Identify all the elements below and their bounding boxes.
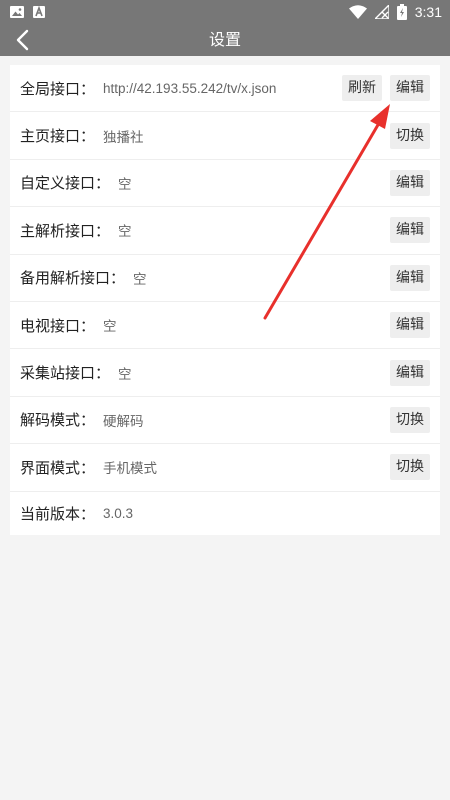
edit-button[interactable]: 编辑: [390, 264, 430, 291]
row-label: 界面模式：: [20, 458, 96, 477]
row-value: 空: [118, 224, 132, 240]
row-label: 主页接口：: [20, 127, 96, 146]
a-badge-icon: [33, 6, 45, 18]
row-label: 当前版本：: [20, 504, 96, 523]
edit-button[interactable]: 编辑: [390, 217, 430, 244]
app-bar: 3:31 设置: [0, 0, 450, 56]
row-label: 主解析接口：: [20, 221, 111, 240]
switch-button[interactable]: 切换: [390, 406, 430, 433]
row-label: 备用解析接口：: [20, 269, 126, 288]
edit-button[interactable]: 编辑: [390, 359, 430, 386]
row-label: 采集站接口：: [20, 364, 111, 383]
toolbar: 设置: [0, 24, 450, 56]
settings-list: 全局接口： http://42.193.55.242/tv/x.json 刷新 …: [10, 65, 440, 535]
edit-button[interactable]: 编辑: [390, 312, 430, 339]
settings-row-home-api: 主页接口： 独播社 切换: [10, 112, 440, 160]
status-bar: 3:31: [0, 0, 450, 24]
row-value: 手机模式: [103, 461, 158, 477]
row-value: 空: [118, 366, 132, 382]
settings-row-main-parse-api: 主解析接口： 空 编辑: [10, 207, 440, 255]
settings-row-global-api: 全局接口： http://42.193.55.242/tv/x.json 刷新 …: [10, 65, 440, 113]
switch-button[interactable]: 切换: [390, 122, 430, 149]
settings-row-ui-mode: 界面模式： 手机模式 切换: [10, 444, 440, 492]
settings-row-collector-api: 采集站接口： 空 编辑: [10, 349, 440, 397]
battery-charging-icon: [396, 4, 407, 20]
row-label: 全局接口：: [20, 79, 96, 98]
settings-row-custom-api: 自定义接口： 空 编辑: [10, 160, 440, 208]
settings-row-backup-parse-api: 备用解析接口： 空 编辑: [10, 255, 440, 302]
edit-button[interactable]: 编辑: [390, 75, 430, 102]
status-time: 3:31: [414, 4, 442, 20]
row-value: 3.0.3: [103, 505, 134, 521]
row-value: 独播社: [103, 129, 144, 145]
row-value: 空: [118, 176, 132, 192]
row-label: 自定义接口：: [20, 174, 111, 193]
row-value: 空: [133, 271, 147, 287]
row-label: 解码模式：: [20, 411, 96, 430]
row-value: 空: [103, 319, 117, 335]
wifi-icon: [348, 5, 367, 19]
row-value: http://42.193.55.242/tv/x.json: [103, 80, 277, 96]
edit-button[interactable]: 编辑: [390, 169, 430, 196]
switch-button[interactable]: 切换: [390, 454, 430, 481]
settings-row-tv-api: 电视接口： 空 编辑: [10, 302, 440, 350]
refresh-button[interactable]: 刷新: [342, 75, 382, 102]
row-label: 电视接口：: [20, 316, 96, 335]
signal-off-icon: [374, 5, 389, 19]
settings-row-version: 当前版本： 3.0.3: [10, 492, 440, 535]
settings-row-decode-mode: 解码模式： 硬解码 切换: [10, 397, 440, 445]
page-title: 设置: [208, 30, 241, 49]
image-icon: [10, 6, 24, 18]
row-value: 硬解码: [103, 413, 144, 429]
